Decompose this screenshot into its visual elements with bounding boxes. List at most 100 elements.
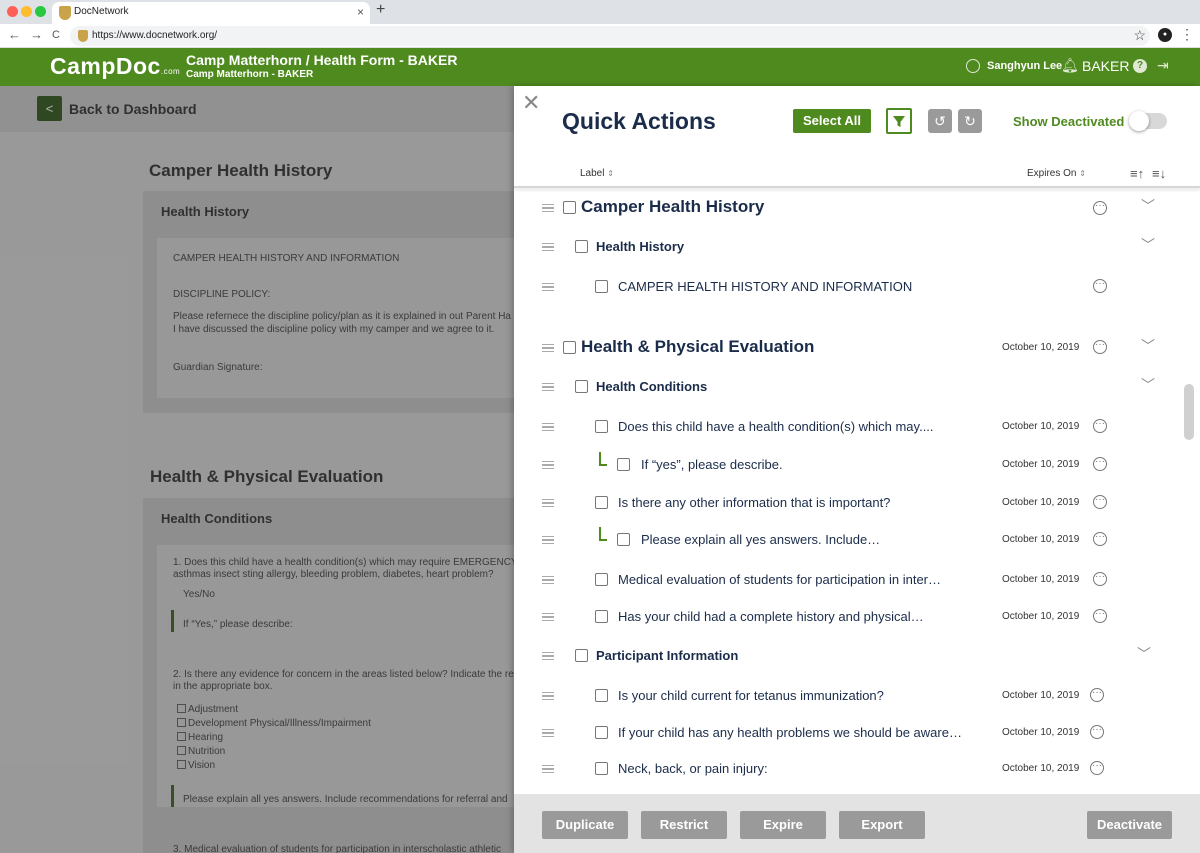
list-item[interactable]: Does this child have a health condition(… bbox=[514, 411, 1200, 443]
more-options-icon[interactable]: ··· bbox=[1093, 201, 1107, 215]
expires-column-header[interactable]: Expires On ⇕ bbox=[1027, 168, 1086, 179]
more-options-icon[interactable]: ··· bbox=[1090, 725, 1104, 739]
help-icon[interactable]: ? bbox=[1133, 59, 1147, 73]
restrict-button[interactable]: Restrict bbox=[641, 811, 727, 839]
logout-icon[interactable]: ⇥ bbox=[1157, 57, 1169, 74]
row-checkbox[interactable] bbox=[575, 240, 588, 253]
drag-handle-icon[interactable] bbox=[542, 536, 554, 544]
more-options-icon[interactable]: ··· bbox=[1093, 457, 1107, 471]
drag-handle-icon[interactable] bbox=[542, 576, 554, 584]
export-button[interactable]: Export bbox=[839, 811, 925, 839]
row-checkbox[interactable] bbox=[595, 610, 608, 623]
chevron-down-icon[interactable]: ﹀ bbox=[1141, 196, 1155, 216]
more-options-icon[interactable]: ··· bbox=[1093, 340, 1107, 354]
window-close-dot[interactable] bbox=[7, 6, 18, 17]
list-item[interactable]: Participant Information ﹀ bbox=[514, 640, 1200, 672]
row-checkbox[interactable] bbox=[563, 341, 576, 354]
expire-button[interactable]: Expire bbox=[740, 811, 826, 839]
drag-handle-icon[interactable] bbox=[542, 344, 554, 352]
chevron-down-icon[interactable]: ﹀ bbox=[1141, 235, 1155, 255]
sort-ascending-icon[interactable]: ≡↑ bbox=[1130, 166, 1144, 181]
chevron-down-icon[interactable]: ﹀ bbox=[1141, 336, 1155, 356]
drag-handle-icon[interactable] bbox=[542, 613, 554, 621]
window-maximize-dot[interactable] bbox=[35, 6, 46, 17]
drag-handle-icon[interactable] bbox=[542, 423, 554, 431]
tab-close-icon[interactable]: × bbox=[357, 5, 364, 19]
camp-code[interactable]: BAKER bbox=[1082, 58, 1129, 74]
drag-handle-icon[interactable] bbox=[542, 692, 554, 700]
forward-arrow-icon[interactable]: → bbox=[30, 27, 43, 42]
more-options-icon[interactable]: ··· bbox=[1093, 532, 1107, 546]
label-column-header[interactable]: Label ⇕ bbox=[580, 168, 614, 179]
drag-handle-icon[interactable] bbox=[542, 729, 554, 737]
row-checkbox[interactable] bbox=[575, 380, 588, 393]
browser-menu-icon[interactable]: ⋮ bbox=[1180, 26, 1194, 43]
row-checkbox[interactable] bbox=[617, 533, 630, 546]
close-icon[interactable]: ✕ bbox=[522, 90, 540, 116]
back-arrow-icon[interactable]: ← bbox=[8, 27, 21, 42]
row-checkbox[interactable] bbox=[595, 762, 608, 775]
more-options-icon[interactable]: ··· bbox=[1090, 761, 1104, 775]
row-checkbox[interactable] bbox=[595, 726, 608, 739]
bookmark-star-icon[interactable]: ☆ bbox=[1133, 27, 1146, 44]
list-item[interactable]: If “yes”, please describe. October 10, 2… bbox=[514, 449, 1200, 481]
scrollbar-thumb[interactable] bbox=[1184, 384, 1194, 440]
list-item[interactable]: Camper Health History ··· ﹀ bbox=[514, 192, 1200, 224]
row-checkbox[interactable] bbox=[563, 201, 576, 214]
more-options-icon[interactable]: ··· bbox=[1090, 688, 1104, 702]
list-item[interactable]: Is your child current for tetanus immuni… bbox=[514, 680, 1200, 712]
drag-handle-icon[interactable] bbox=[542, 652, 554, 660]
list-item[interactable]: Health History ﹀ bbox=[514, 231, 1200, 263]
redo-button[interactable]: ↻ bbox=[958, 109, 982, 133]
list-item[interactable]: Neck, back, or pain injury: October 10, … bbox=[514, 753, 1200, 785]
sort-descending-icon[interactable]: ≡↓ bbox=[1152, 166, 1166, 181]
user-avatar-icon[interactable] bbox=[966, 59, 980, 73]
drag-handle-icon[interactable] bbox=[542, 243, 554, 251]
list-item[interactable]: Health Conditions ﹀ bbox=[514, 371, 1200, 403]
drag-handle-icon[interactable] bbox=[542, 383, 554, 391]
row-checkbox[interactable] bbox=[595, 420, 608, 433]
reload-icon[interactable]: C bbox=[52, 29, 60, 41]
more-options-icon[interactable]: ··· bbox=[1093, 279, 1107, 293]
select-all-button[interactable]: Select All bbox=[793, 109, 871, 133]
undo-button[interactable]: ↺ bbox=[928, 109, 952, 133]
row-checkbox[interactable] bbox=[595, 280, 608, 293]
row-checkbox[interactable] bbox=[575, 649, 588, 662]
list-item[interactable]: Is there any other information that is i… bbox=[514, 487, 1200, 519]
row-checkbox[interactable] bbox=[595, 573, 608, 586]
new-tab-icon[interactable]: + bbox=[376, 1, 385, 19]
duplicate-button[interactable]: Duplicate bbox=[542, 811, 628, 839]
list-item[interactable]: If your child has any health problems we… bbox=[514, 717, 1200, 749]
list-item[interactable]: Has your child had a complete history an… bbox=[514, 601, 1200, 633]
url-text[interactable]: https://www.docnetwork.org/ bbox=[92, 30, 217, 41]
drag-handle-icon[interactable] bbox=[542, 765, 554, 773]
browser-tab[interactable]: DocNetwork × bbox=[52, 2, 370, 24]
list-item[interactable]: Health & Physical Evaluation October 10,… bbox=[514, 332, 1200, 364]
drag-handle-icon[interactable] bbox=[542, 461, 554, 469]
row-checkbox[interactable] bbox=[595, 689, 608, 702]
address-bar[interactable]: https://www.docnetwork.org/ ☆ bbox=[70, 26, 1150, 46]
deactivate-button[interactable]: Deactivate bbox=[1087, 811, 1172, 839]
more-options-icon[interactable]: ··· bbox=[1093, 495, 1107, 509]
drag-handle-icon[interactable] bbox=[542, 283, 554, 291]
drag-handle-icon[interactable] bbox=[542, 204, 554, 212]
chevron-down-icon[interactable]: ﹀ bbox=[1137, 644, 1151, 664]
more-options-icon[interactable]: ··· bbox=[1093, 572, 1107, 586]
extension-icon[interactable]: ● bbox=[1158, 28, 1172, 42]
row-checkbox[interactable] bbox=[595, 496, 608, 509]
campdoc-logo[interactable]: CampDoc.com bbox=[50, 53, 180, 80]
drag-handle-icon[interactable] bbox=[542, 499, 554, 507]
more-options-icon[interactable]: ··· bbox=[1093, 609, 1107, 623]
bell-icon[interactable]: 🔔︎ bbox=[1061, 57, 1079, 74]
more-options-icon[interactable]: ··· bbox=[1093, 419, 1107, 433]
row-checkbox[interactable] bbox=[617, 458, 630, 471]
list-item[interactable]: Medical evaluation of students for parti… bbox=[514, 564, 1200, 596]
window-minimize-dot[interactable] bbox=[21, 6, 32, 17]
filter-button[interactable] bbox=[886, 108, 912, 134]
user-name[interactable]: Sanghyun Lee bbox=[987, 60, 1062, 72]
list-item[interactable]: CAMPER HEALTH HISTORY AND INFORMATION ··… bbox=[514, 271, 1200, 303]
chevron-down-icon[interactable]: ﹀ bbox=[1141, 375, 1155, 395]
show-deactivated-toggle[interactable] bbox=[1129, 111, 1167, 131]
modal-overlay[interactable] bbox=[0, 86, 514, 853]
list-item[interactable]: Please explain all yes answers. Include…… bbox=[514, 524, 1200, 556]
